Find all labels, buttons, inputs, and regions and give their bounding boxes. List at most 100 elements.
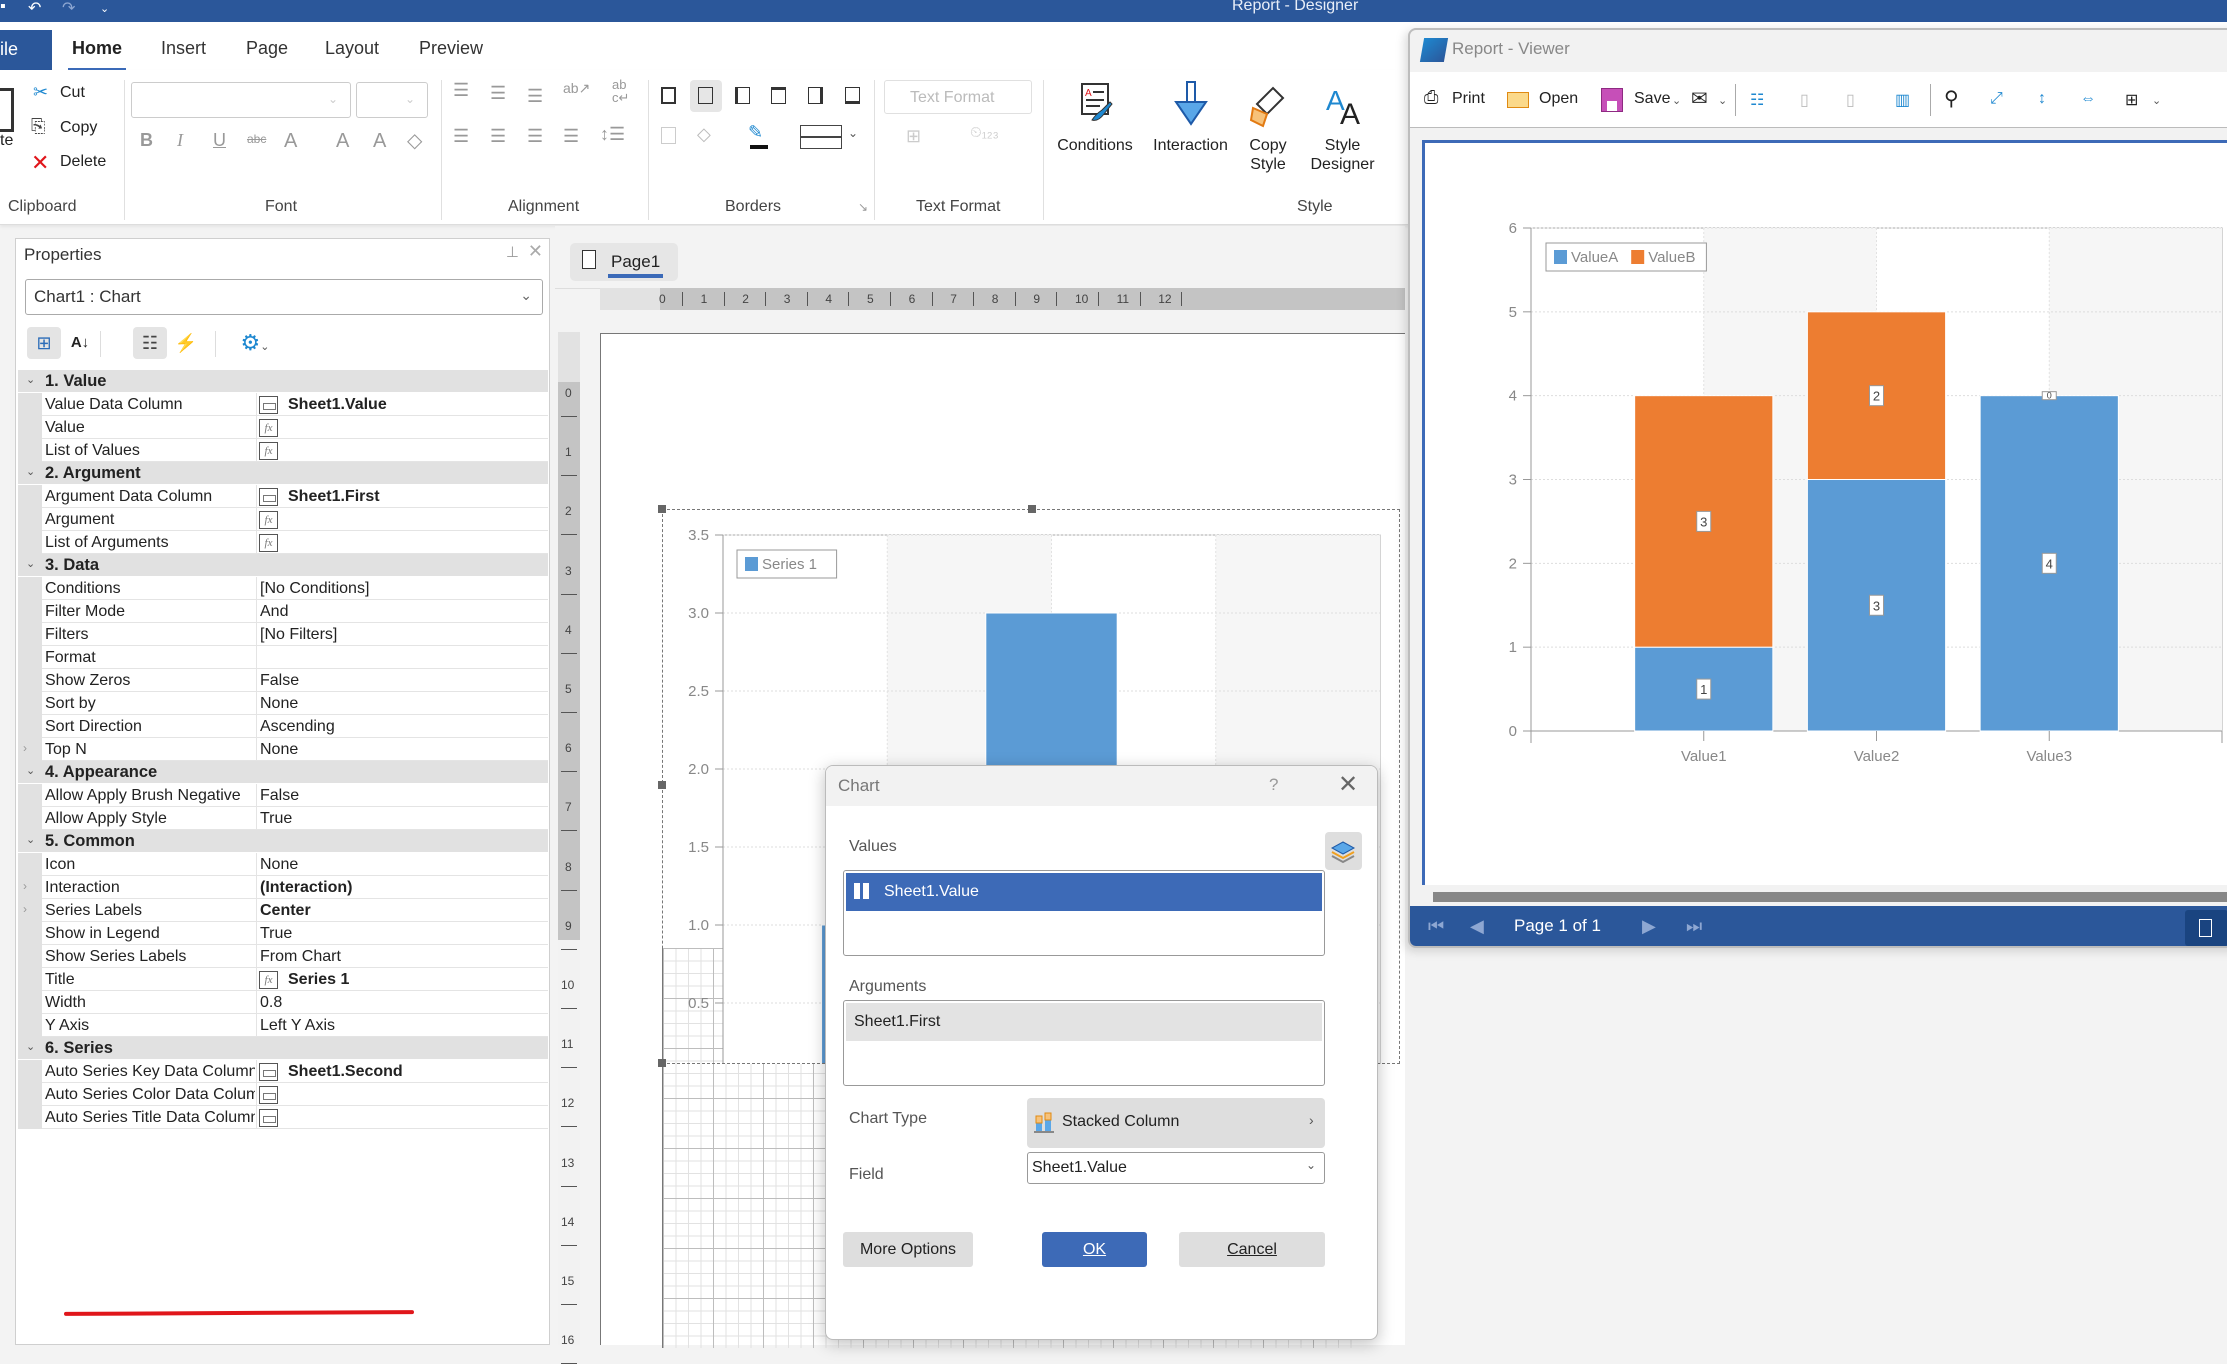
property-value[interactable]: Ascending [260,718,335,736]
more-options-button[interactable]: More Options [843,1232,973,1267]
text-format-combo[interactable]: Text Format [884,80,1032,114]
ok-button[interactable]: OK [1042,1232,1147,1267]
align-top-icon[interactable]: ☰ [453,80,469,101]
property-row[interactable]: Sort by None [18,692,548,715]
values-list-item[interactable]: Sheet1.Value [846,873,1322,911]
italic-icon[interactable]: I [177,130,183,151]
open-button[interactable]: Open [1539,90,1578,108]
property-value[interactable]: And [260,603,288,621]
find-icon[interactable]: ⚲ [1944,86,1959,111]
align-right-icon[interactable]: ☰ [527,126,543,147]
tab-page[interactable]: Page [246,38,288,59]
copy-style-button[interactable]: Copy Style [1238,80,1298,174]
property-row[interactable]: Title fx Series 1 [18,968,548,991]
resize-handle[interactable] [1028,505,1036,513]
property-value[interactable]: Sheet1.First [288,488,380,506]
tab-page1[interactable]: Page1 [570,243,678,281]
property-row[interactable]: Width 0.8 [18,991,548,1014]
tab-preview[interactable]: Preview [419,38,483,59]
grow-font-icon[interactable]: A [336,130,349,153]
page-width-icon[interactable]: ⤢ [1990,90,2003,108]
expression-icon[interactable]: fx [259,971,278,989]
property-row[interactable]: Format [18,646,548,669]
property-value[interactable]: Center [260,902,311,920]
border-none-button[interactable] [690,80,722,112]
expression-icon[interactable]: fx [259,442,278,460]
redo-icon[interactable]: ↷ [62,0,75,18]
word-wrap-icon[interactable]: ab c↵ [612,78,629,104]
data-column-icon[interactable] [259,1086,278,1104]
property-value[interactable]: Sheet1.Value [288,396,387,414]
property-value[interactable]: (Interaction) [260,879,352,897]
border-color-icon[interactable]: ✎ [748,122,763,143]
strikethrough-icon[interactable]: abc [247,132,266,146]
property-value[interactable]: Series 1 [288,971,349,989]
align-center-icon[interactable]: ☰ [490,126,506,147]
borders-dialog-launcher-icon[interactable]: ↘ [858,200,868,214]
conditions-button[interactable]: A Conditions [1050,80,1140,155]
quick-access-dropdown-icon[interactable]: ⌄ [100,2,109,15]
justify-icon[interactable]: ☰ [563,126,579,147]
data-column-icon[interactable] [259,1109,278,1127]
expression-icon[interactable]: fx [259,511,278,529]
parameters-icon[interactable]: ▯ [1800,90,1809,110]
settings-gear-button[interactable]: ⚙⌄ [230,327,280,359]
border-left-icon[interactable] [735,87,750,104]
font-size-combo[interactable]: ⌄ [356,82,428,118]
property-row[interactable]: Auto Series Title Data Column [18,1106,548,1129]
property-value[interactable]: Left Y Axis [260,1017,335,1035]
text-rotation-icon[interactable]: ab↗ [563,80,590,97]
property-row[interactable]: Value fx [18,416,548,439]
tab-layout[interactable]: Layout [325,38,379,59]
property-row[interactable]: Argument fx [18,508,548,531]
resize-handle[interactable] [658,505,666,513]
property-row[interactable]: Filters [No Filters] [18,623,548,646]
previous-page-button[interactable]: ◀ [1470,916,1484,937]
tab-home[interactable]: Home [67,38,127,72]
property-row[interactable]: Auto Series Key Data Column Sheet1.Second [18,1060,548,1083]
property-value[interactable]: Sheet1.Second [288,1063,403,1081]
shrink-font-icon[interactable]: A [373,130,386,153]
align-bottom-icon[interactable]: ☰ [527,86,543,107]
property-row[interactable]: Allow Apply Brush Negative False [18,784,548,807]
horizontal-scrollbar[interactable] [1433,892,2227,902]
events-view-button[interactable]: ⚡ [169,327,203,359]
property-value[interactable]: False [260,787,299,805]
fill-color-icon[interactable]: ◇ [697,124,711,145]
property-value[interactable]: [No Conditions] [260,580,369,598]
data-column-icon[interactable] [259,488,278,506]
cut-button[interactable]: Cut [60,84,85,102]
property-category[interactable]: ⌄ 4. Appearance [18,761,548,784]
field-select[interactable]: Sheet1.Value ⌄ [1027,1152,1325,1184]
clear-format-icon[interactable]: ◇ [407,128,422,153]
close-panel-icon[interactable]: ✕ [528,241,543,262]
property-value[interactable]: None [260,856,298,874]
property-value[interactable]: True [260,810,292,828]
property-row[interactable]: Show Series Labels From Chart [18,945,548,968]
style-designer-button[interactable]: AA Style Designer [1305,80,1380,174]
properties-view-button[interactable]: ☷ [133,327,167,359]
property-value[interactable]: None [260,741,298,759]
property-row[interactable]: List of Arguments fx [18,531,548,554]
bookmarks-icon[interactable]: ☷ [1750,90,1764,110]
cancel-button[interactable]: Cancel [1179,1232,1325,1267]
paste-button[interactable]: te [0,132,13,150]
sort-alphabetical-button[interactable]: A↓ [63,327,97,359]
page-height-icon[interactable]: ↕ [2038,90,2046,108]
next-page-button[interactable]: ▶ [1642,916,1656,937]
property-category[interactable]: ⌄ 5. Common [18,830,548,853]
multiple-pages-icon[interactable]: ⊞ [2125,90,2138,110]
delete-button[interactable]: Delete [60,153,106,171]
property-row[interactable]: Auto Series Color Data Column [18,1083,548,1106]
property-row[interactable]: Filter Mode And [18,600,548,623]
property-value[interactable]: [No Filters] [260,626,337,644]
full-screen-icon[interactable]: ▥ [1895,90,1910,110]
border-top-icon[interactable] [771,87,786,104]
border-bottom-icon[interactable] [845,87,860,104]
property-row[interactable]: Conditions [No Conditions] [18,577,548,600]
close-icon[interactable]: ✕ [1338,770,1358,799]
resize-handle[interactable] [658,1059,666,1067]
chart-type-selector[interactable]: Stacked Column › [1027,1098,1325,1148]
data-column-icon[interactable] [259,396,278,414]
property-category[interactable]: ⌄ 6. Series [18,1037,548,1060]
